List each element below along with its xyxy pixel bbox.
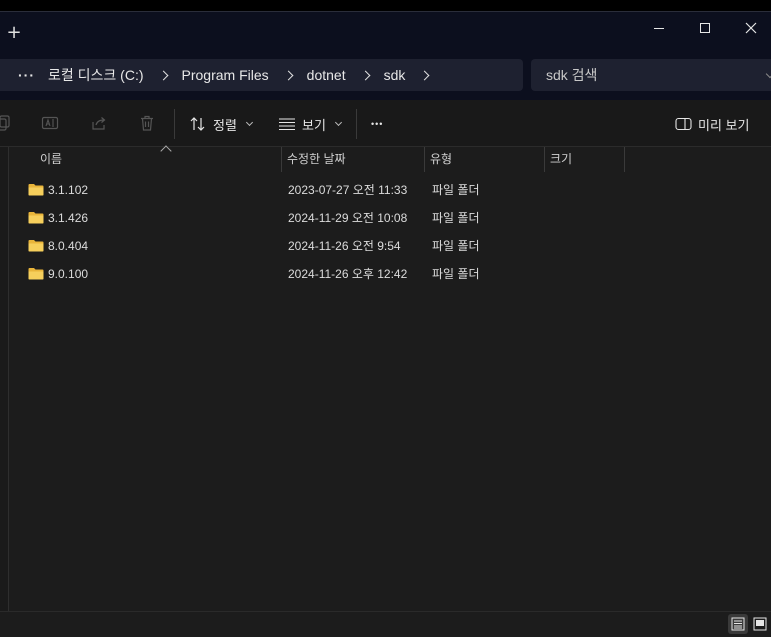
top-strip (0, 0, 771, 11)
status-bar (0, 611, 771, 637)
list-item[interactable]: 9.0.100 2024-11-26 오후 12:42 파일 폴더 (10, 260, 771, 288)
navigation-pane-edge[interactable] (0, 147, 9, 611)
file-type: 파일 폴더 (432, 183, 480, 197)
file-name: 8.0.404 (48, 239, 89, 253)
chevron-right-icon[interactable] (283, 70, 294, 80)
breadcrumb[interactable]: ··· 로컬 디스크 (C:) Program Files dotnet sdk (0, 59, 523, 91)
column-header-row: 이름 수정한 날짜 유형 크기 (10, 145, 771, 172)
breadcrumb-more-button[interactable]: ··· (18, 67, 34, 83)
preview-label: 미리 보기 (698, 117, 750, 133)
file-modified: 2023-07-27 오전 11:33 (288, 183, 408, 197)
sort-icon (190, 117, 205, 131)
more-icon: ••• (371, 119, 384, 129)
list-item[interactable]: 8.0.404 2024-11-26 오전 9:54 파일 폴더 (10, 232, 771, 260)
details-view-button[interactable] (728, 614, 748, 634)
preview-pane-button[interactable]: 미리 보기 (675, 112, 749, 136)
file-list-pane: 이름 수정한 날짜 유형 크기 3.1.102 2023-07-27 오전 11… (0, 145, 771, 611)
close-icon (745, 22, 757, 34)
tiles-view-button[interactable] (750, 614, 770, 634)
chevron-down-icon (245, 118, 253, 127)
share-icon[interactable] (90, 114, 108, 132)
sort-ascending-icon (160, 145, 172, 157)
copy-icon[interactable] (0, 114, 12, 132)
chevron-right-icon[interactable] (419, 70, 430, 80)
file-modified: 2024-11-29 오전 10:08 (288, 211, 408, 225)
column-header-type[interactable]: 유형 (425, 147, 545, 172)
list-item[interactable]: 3.1.102 2023-07-27 오전 11:33 파일 폴더 (10, 176, 771, 204)
folder-icon (28, 240, 44, 252)
file-type: 파일 폴더 (432, 211, 480, 225)
folder-icon (28, 184, 44, 196)
maximize-button[interactable] (682, 18, 728, 38)
breadcrumb-item-dotnet[interactable]: dotnet (307, 67, 346, 83)
file-type: 파일 폴더 (432, 239, 480, 253)
view-button[interactable]: 보기 (278, 112, 342, 136)
toolbar-divider (356, 109, 357, 139)
sort-label: 정렬 (213, 117, 237, 133)
preview-pane-icon (675, 117, 692, 131)
file-modified: 2024-11-26 오전 9:54 (288, 239, 401, 253)
column-header-modified[interactable]: 수정한 날짜 (282, 147, 425, 172)
chevron-right-icon[interactable] (360, 70, 371, 80)
new-tab-button[interactable]: + (6, 22, 22, 43)
column-header-name[interactable]: 이름 (10, 145, 282, 172)
chevron-right-icon[interactable] (158, 70, 168, 80)
column-header-size[interactable]: 크기 (545, 147, 625, 172)
file-name: 9.0.100 (48, 267, 89, 281)
maximize-icon (700, 23, 710, 33)
chevron-down-icon (765, 69, 771, 79)
details-view-icon (731, 617, 745, 631)
breadcrumb-item-sdk[interactable]: sdk (384, 67, 406, 83)
file-modified: 2024-11-26 오후 12:42 (288, 267, 408, 281)
address-area: ··· 로컬 디스크 (C:) Program Files dotnet sdk (0, 50, 771, 100)
command-bar: 정렬 보기 ••• 미리 보기 (0, 100, 771, 147)
title-bar: + (0, 11, 771, 50)
chevron-down-icon (334, 118, 342, 127)
view-label: 보기 (302, 117, 326, 133)
close-button[interactable] (728, 18, 771, 38)
file-name: 3.1.426 (48, 211, 89, 225)
rename-icon[interactable] (41, 114, 59, 132)
search-box[interactable] (531, 59, 771, 91)
list-item[interactable]: 3.1.426 2024-11-29 오전 10:08 파일 폴더 (10, 204, 771, 232)
search-input[interactable] (546, 67, 746, 83)
tiles-view-icon (753, 617, 767, 631)
more-options-button[interactable]: ••• (371, 112, 383, 136)
view-icon (279, 118, 295, 131)
minimize-icon (654, 27, 664, 29)
delete-icon[interactable] (138, 114, 156, 132)
folder-icon (28, 212, 44, 224)
sort-button[interactable]: 정렬 (189, 112, 253, 136)
folder-icon (28, 268, 44, 280)
breadcrumb-item-program-files[interactable]: Program Files (182, 67, 269, 83)
breadcrumb-item-local-disk[interactable]: 로컬 디스크 (C:) (48, 65, 144, 85)
toolbar-divider (174, 109, 175, 139)
file-type: 파일 폴더 (432, 267, 480, 281)
file-name: 3.1.102 (48, 183, 89, 197)
minimize-button[interactable] (636, 18, 682, 38)
plus-icon: + (6, 22, 22, 43)
